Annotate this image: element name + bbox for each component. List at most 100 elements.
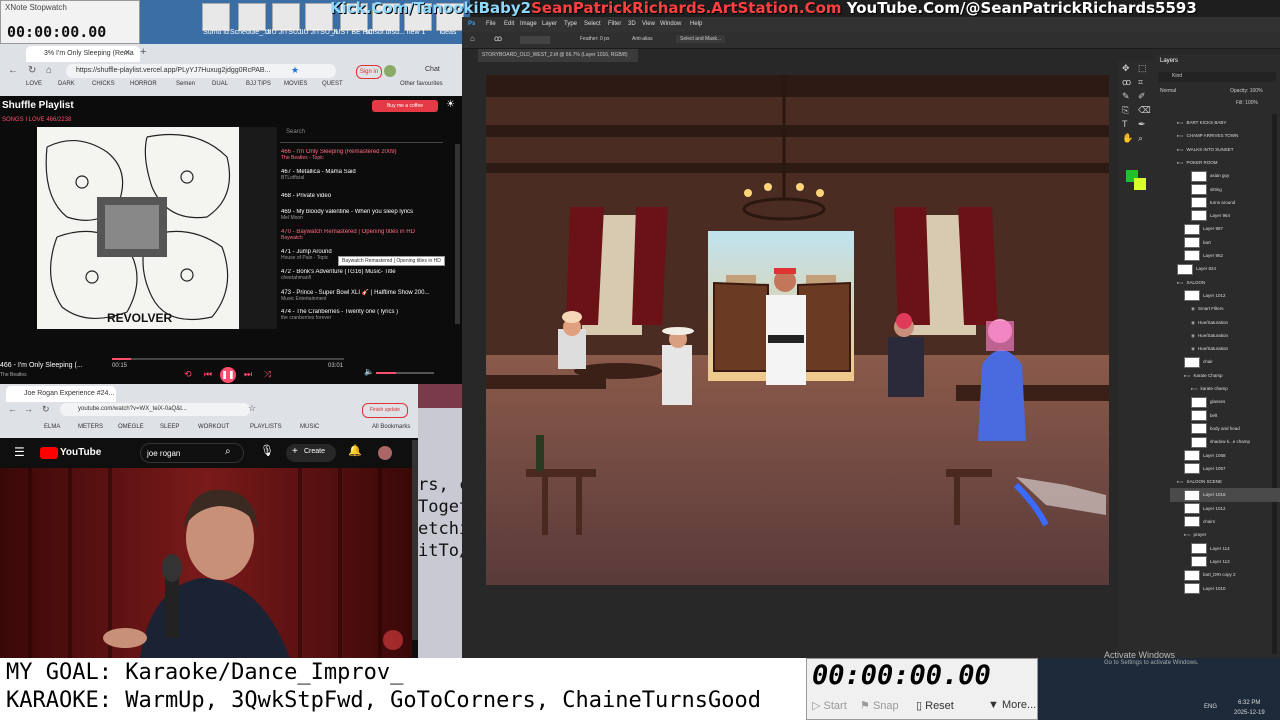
selection-mode-buttons[interactable] — [520, 36, 550, 44]
layer-row[interactable]: ●Layer 987 — [1170, 222, 1280, 236]
track-item[interactable]: 469 - My bloody valentine - When you sle… — [281, 209, 443, 229]
document-canvas[interactable] — [486, 75, 1109, 585]
opacity-field[interactable]: Opacity: 100% — [1230, 88, 1263, 94]
stamp-tool-icon[interactable]: ⎘ — [1122, 106, 1129, 115]
layers-tab[interactable]: Layers — [1160, 58, 1178, 64]
eyedropper-tool-icon[interactable]: ✎ — [1122, 92, 1130, 101]
layer-row[interactable]: ●Layer 113 — [1170, 555, 1280, 569]
menu-icon[interactable]: ☰ — [14, 446, 25, 458]
layer-row[interactable]: ●▸▭Karate Champ — [1170, 369, 1280, 383]
bookmark-omegle[interactable]: OMEGLE — [118, 424, 144, 430]
bookmark-meters[interactable]: METERS — [78, 424, 103, 430]
bookmark-movies[interactable]: MOVIES — [284, 81, 307, 87]
layer-row[interactable]: ●asian guy — [1170, 169, 1280, 183]
avatar[interactable] — [378, 446, 392, 460]
menu-help[interactable]: Help — [690, 17, 702, 32]
clock-date[interactable]: 2025-12-19 — [1234, 710, 1265, 716]
buy-coffee-button[interactable]: Buy me a coffee — [372, 100, 438, 112]
layer-row[interactable]: ●body and head — [1170, 422, 1280, 436]
desktop-file-icon[interactable] — [202, 3, 230, 31]
all-bookmarks[interactable]: All Bookmarks — [372, 424, 410, 430]
menu-3d[interactable]: 3D — [628, 17, 636, 32]
layer-row[interactable]: ●▸▭SALOON SCENE — [1170, 475, 1275, 489]
desktop-file-icon[interactable] — [238, 3, 266, 31]
bookmark-playlists[interactable]: PLAYLISTS — [250, 424, 282, 430]
hand-tool-icon[interactable]: ✋ — [1122, 134, 1133, 143]
track-item[interactable]: 473 - Prince - Super Bowl XLI 🎸 | Halfti… — [281, 289, 443, 309]
desktop-file-icon[interactable] — [272, 3, 300, 31]
other-favourites[interactable]: Other favourites — [400, 81, 443, 87]
track-item[interactable]: 474 - The Cranberries - Twenty one ( lyr… — [281, 309, 443, 329]
type-tool-icon[interactable]: T — [1122, 120, 1128, 129]
repeat-icon[interactable]: ⟲ — [184, 370, 192, 379]
bookmark-dual[interactable]: DUAL — [212, 81, 228, 87]
playlist-scrollbar[interactable] — [455, 144, 460, 324]
volume-icon[interactable]: 🔈 — [364, 368, 374, 376]
next-icon[interactable]: ⏭ — [244, 370, 252, 379]
layer-row[interactable]: ●▸▭SALOON — [1170, 276, 1275, 290]
search-input[interactable]: joe rogan ⌕ — [140, 443, 244, 463]
select-and-mask-button[interactable]: Select and Mask... — [676, 35, 726, 43]
sun-icon[interactable]: ☀ — [446, 100, 455, 110]
layer-row[interactable]: ●▸▭BART KICKS BABY — [1170, 116, 1275, 130]
reload-icon[interactable]: ↻ — [42, 405, 50, 414]
new-tab-icon[interactable]: + — [140, 47, 146, 58]
layer-row[interactable]: ●▸▭POKER ROOM — [1170, 156, 1275, 170]
layer-row[interactable]: ●Layer 1057 — [1170, 462, 1280, 476]
clock-time[interactable]: 6:32 PM — [1238, 700, 1260, 706]
start-button[interactable]: ▷ Start — [812, 699, 847, 712]
progress-track[interactable] — [112, 358, 344, 360]
layer-row[interactable]: ●◉Hue/Saturation — [1170, 316, 1280, 330]
address-bar[interactable]: youtube.com/watch?v=WX_teiX-0aQ&t... — [60, 403, 250, 416]
search-input[interactable]: Search — [280, 124, 443, 143]
home-icon[interactable]: ⌂ — [46, 66, 52, 76]
language-indicator[interactable]: ENG — [1204, 704, 1217, 710]
marquee-tool-icon[interactable]: ⬚ — [1138, 64, 1147, 73]
snap-button[interactable]: ⚑ Snap — [860, 699, 899, 712]
pen-tool-icon[interactable]: ✒ — [1138, 120, 1146, 129]
browser-tab-playlist[interactable]: 3% I'm Only Sleeping (Rema — [26, 46, 140, 62]
bookmark-quest[interactable]: QUEST — [322, 81, 343, 87]
layer-row[interactable]: ●Layer 1012 — [1170, 289, 1280, 303]
move-tool-icon[interactable]: ✥ — [1122, 64, 1130, 73]
bookmark-love[interactable]: LOVE — [26, 81, 42, 87]
layer-row[interactable]: ●▸▭prayer — [1170, 528, 1280, 542]
desktop-file-icon[interactable] — [305, 3, 333, 31]
menu-select[interactable]: Select — [584, 17, 601, 32]
forward-icon[interactable]: → — [24, 405, 33, 414]
zoom-tool-icon[interactable]: ⌕ — [1138, 134, 1143, 143]
track-item[interactable]: 467 - Metallica - Mama Said BTLofficial — [281, 169, 443, 189]
lasso-icon[interactable]: ꝏ — [494, 35, 502, 43]
layer-row[interactable]: ●▸▭WALKS INTO SUNSET — [1170, 143, 1275, 157]
bookmark-bjj-tips[interactable]: BJJ TIPS — [246, 81, 271, 87]
finish-update-button[interactable]: Finish update — [362, 403, 408, 418]
menu-image[interactable]: Image — [520, 17, 537, 32]
bookmark-workout[interactable]: WORKOUT — [198, 424, 229, 430]
layer-row[interactable]: ●Layer 1058 — [1170, 449, 1280, 463]
layer-row[interactable]: ●belt — [1170, 409, 1280, 423]
menu-edit[interactable]: Edit — [504, 17, 514, 32]
star-icon[interactable]: ★ — [291, 66, 299, 75]
bookmark-semen[interactable]: Semen — [176, 81, 195, 87]
crop-tool-icon[interactable]: ⌗ — [1138, 78, 1143, 87]
chat-button[interactable]: Chat — [425, 66, 440, 73]
layer-row[interactable]: ●◉Hue/Saturation — [1170, 342, 1280, 356]
search-icon[interactable]: ⌕ — [225, 447, 231, 457]
layer-row[interactable]: ●Layer 964 — [1170, 209, 1280, 223]
star-icon[interactable]: ☆ — [248, 404, 256, 413]
layer-row[interactable]: ●turns around — [1170, 196, 1280, 210]
bookmark-music[interactable]: MUSIC — [300, 424, 319, 430]
layer-row[interactable]: ●bart_DRI copy 2 — [1170, 568, 1280, 582]
menu-window[interactable]: Window — [660, 17, 681, 32]
back-icon[interactable]: ← — [8, 405, 17, 414]
video-player[interactable] — [0, 468, 412, 658]
browser-tab-youtube[interactable]: Joe Rogan Experience #24... — [6, 386, 116, 402]
menu-type[interactable]: Type — [564, 17, 577, 32]
layer-row[interactable]: ●◉Smart Filters — [1170, 302, 1280, 316]
volume-slider[interactable] — [376, 372, 434, 374]
mini-stopwatch-window[interactable]: XNote Stopwatch 00:00:00.00 — [0, 0, 140, 44]
layer-row[interactable]: ●Layer 962 — [1170, 249, 1280, 263]
bookmark-chicks[interactable]: CHICKS — [92, 81, 115, 87]
pause-button[interactable]: ❚❚ — [220, 367, 236, 383]
layer-row[interactable]: ●Layer 1016 — [1170, 488, 1280, 503]
